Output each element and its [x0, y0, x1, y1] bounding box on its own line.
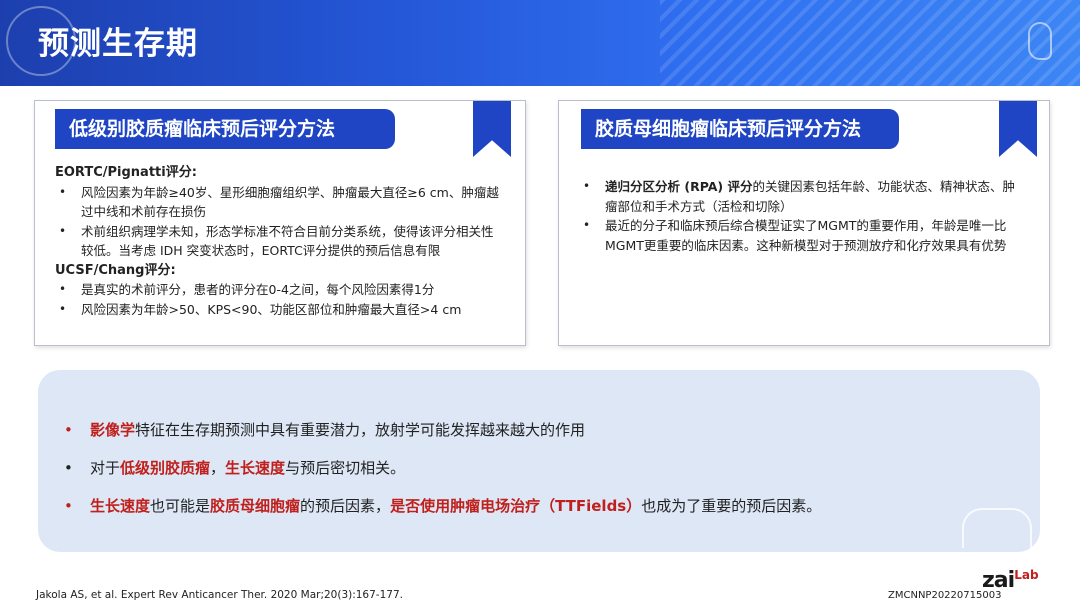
bullet-list: 是真实的术前评分，患者的评分在0-4之间，每个风险因素得1分 风险因素为年龄>5… [55, 280, 501, 319]
highlight-text: 胶质母细胞瘤 [210, 497, 301, 515]
logo-lab: Lab [1014, 568, 1039, 582]
summary-text: ， [210, 459, 226, 477]
summary-item: 生长速度也可能是胶质母细胞瘤的预后因素，是否使用肿瘤电场治疗（TTFields）… [62, 494, 821, 532]
summary-text: 与预后密切相关。 [285, 459, 406, 477]
summary-text: 也成为了重要的预后因素。 [641, 497, 822, 515]
low-grade-glioma-card: 低级别胶质瘤临床预后评分方法 EORTC/Pignatti评分: 风险因素为年龄… [34, 100, 526, 346]
list-item: 最近的分子和临床预后综合模型证实了MGMT的重要作用，年龄是唯一比MGMT更重要… [579, 216, 1025, 255]
header-banner: 预测生存期 [0, 0, 1080, 86]
list-item: 术前组织病理学未知，形态学标准不符合目前分类系统，使得该评分相关性较低。当考虑 … [55, 222, 501, 261]
summary-item: 影像学特征在生存期预测中具有重要潜力，放射学可能发挥越来越大的作用 [62, 418, 821, 456]
summary-text: 特征在生存期预测中具有重要潜力，放射学可能发挥越来越大的作用 [135, 421, 586, 439]
summary-list: 影像学特征在生存期预测中具有重要潜力，放射学可能发挥越来越大的作用对于低级别胶质… [62, 418, 821, 532]
summary-box: 影像学特征在生存期预测中具有重要潜力，放射学可能发挥越来越大的作用对于低级别胶质… [38, 370, 1040, 552]
highlight-text: 是否使用肿瘤电场治疗（TTFields） [390, 497, 642, 515]
ear-icon [1028, 22, 1052, 60]
citation: Jakola AS, et al. Expert Rev Anticancer … [36, 589, 403, 601]
card-title: 胶质母细胞瘤临床预后评分方法 [581, 109, 899, 149]
card-body: 递归分区分析 (RPA) 评分的关键因素包括年龄、功能状态、精神状态、肿瘤部位和… [579, 177, 1025, 255]
card-title: 低级别胶质瘤临床预后评分方法 [55, 109, 395, 149]
summary-item: 对于低级别胶质瘤，生长速度与预后密切相关。 [62, 456, 821, 494]
item-text: 最近的分子和临床预后综合模型证实了MGMT的重要作用，年龄是唯一比MGMT更重要… [605, 218, 1007, 253]
bullet-list: 风险因素为年龄≥40岁、星形细胞瘤组织学、肿瘤最大直径≥6 cm、肿瘤越过中线和… [55, 183, 501, 261]
bookmark-icon [473, 101, 511, 157]
section-heading: EORTC/Pignatti评分: [55, 165, 197, 180]
highlight-text: 影像学 [90, 421, 136, 439]
highlight-text: 低级别胶质瘤 [120, 459, 211, 477]
zailab-logo: zaiLab [982, 568, 1039, 593]
highlight-text: 生长速度 [90, 497, 151, 515]
summary-text: 的预后因素， [300, 497, 391, 515]
summary-text: 对于 [90, 459, 121, 477]
bullet-list: 递归分区分析 (RPA) 评分的关键因素包括年龄、功能状态、精神状态、肿瘤部位和… [579, 177, 1025, 255]
highlight-text: 生长速度 [225, 459, 286, 477]
list-item: 风险因素为年龄>50、KPS<90、功能区部位和肿瘤最大直径>4 cm [55, 300, 501, 320]
card-body: EORTC/Pignatti评分: 风险因素为年龄≥40岁、星形细胞瘤组织学、肿… [55, 163, 501, 319]
list-item: 是真实的术前评分，患者的评分在0-4之间，每个风险因素得1分 [55, 280, 501, 300]
banner-pattern [660, 0, 1080, 86]
glioblastoma-card: 胶质母细胞瘤临床预后评分方法 递归分区分析 (RPA) 评分的关键因素包括年龄、… [558, 100, 1050, 346]
page-title: 预测生存期 [38, 26, 198, 62]
list-item: 风险因素为年龄≥40岁、星形细胞瘤组织学、肿瘤最大直径≥6 cm、肿瘤越过中线和… [55, 183, 501, 222]
watermark-icon [962, 508, 1032, 548]
list-item: 递归分区分析 (RPA) 评分的关键因素包括年龄、功能状态、精神状态、肿瘤部位和… [579, 177, 1025, 216]
summary-text: 也可能是 [150, 497, 211, 515]
item-bold: 递归分区分析 (RPA) 评分 [605, 179, 753, 194]
section-heading: UCSF/Chang评分: [55, 262, 176, 278]
logo-main: zai [982, 568, 1015, 593]
bookmark-icon [999, 101, 1037, 157]
